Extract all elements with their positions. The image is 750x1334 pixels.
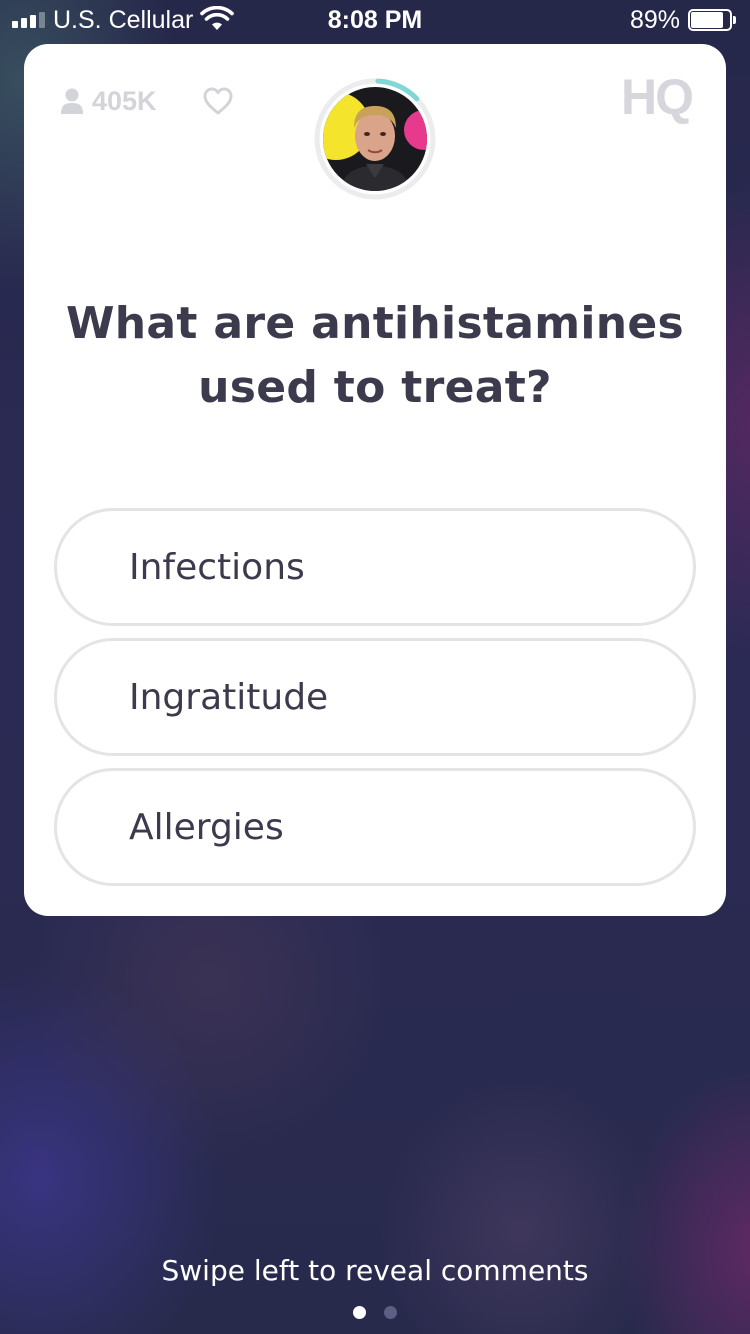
- user-icon: [61, 88, 83, 114]
- page-dot-active: [353, 1306, 366, 1319]
- host-avatar: [323, 87, 427, 191]
- answer-label: Ingratitude: [129, 676, 329, 718]
- battery-percent: 89%: [629, 6, 680, 34]
- page-dot: [384, 1306, 397, 1319]
- viewer-count-group: 405K: [60, 86, 157, 116]
- answer-label: Infections: [129, 546, 305, 588]
- status-bar: U.S. Cellular 8:08 PM 89%: [0, 0, 750, 40]
- answer-label: Allergies: [129, 806, 284, 848]
- page-indicator[interactable]: [0, 1306, 750, 1319]
- hq-logo: HQ: [621, 69, 694, 125]
- answer-option-2[interactable]: Ingratitude: [54, 638, 696, 756]
- battery-icon: [688, 9, 736, 31]
- question-text: What are antihistamines used to treat?: [65, 298, 685, 413]
- question-card: 405K HQ What are antihistamines used to …: [24, 44, 726, 916]
- answer-option-1[interactable]: Infections: [54, 508, 696, 626]
- answer-option-3[interactable]: Allergies: [54, 768, 696, 886]
- host-avatar-timer: [314, 78, 436, 200]
- viewer-count: 405K: [92, 85, 157, 116]
- swipe-hint: Swipe left to reveal comments: [161, 1254, 589, 1287]
- heart-icon[interactable]: [202, 86, 234, 116]
